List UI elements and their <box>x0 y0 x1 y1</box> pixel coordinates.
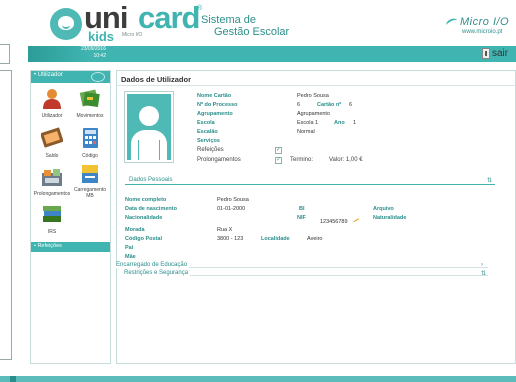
nome-completo-value: Pedro Sousa <box>217 197 249 203</box>
app-title-line1: Sistema de <box>201 14 257 26</box>
section-label: Encarregado de Educação <box>116 262 190 268</box>
arquivo-label: Arquivo <box>373 206 394 212</box>
logo-text-card: card <box>138 0 200 35</box>
prolongamentos-checkbox[interactable]: ✓ <box>275 157 282 164</box>
vendor-url: www.microio.pt <box>462 29 503 35</box>
calculator-icon <box>83 128 98 148</box>
sidebar-header-decoration <box>91 72 105 82</box>
data-nascimento-label: Data de nascimento <box>125 206 177 212</box>
app-title-line2: Gestão Escolar <box>214 26 290 38</box>
date-text: 23/09/2016 <box>80 46 106 52</box>
exit-button[interactable]: sair <box>482 47 508 60</box>
localidade-label: Localidade <box>261 236 290 242</box>
left-frame <box>0 70 12 360</box>
sidebar-section-label: • Refeições <box>34 243 62 249</box>
ano-label: Ano <box>334 120 345 126</box>
sidebar: • Utilizador Utilizador Movimentos Saldo <box>30 70 111 364</box>
sidebar-item-carregamento-mb[interactable]: Carregamento MB <box>71 161 109 207</box>
balance-icon <box>41 127 63 148</box>
expand-icon[interactable]: ⇅ <box>481 270 486 277</box>
vendor-swoosh-icon <box>444 16 460 30</box>
refeicoes-checkbox[interactable]: ✓ <box>275 147 282 154</box>
morada-value: Rua X <box>217 227 233 233</box>
section-restricoes-seguranca[interactable]: Restrições e Segurança ⇅ <box>124 270 516 278</box>
sidebar-item-label: Movimentos <box>76 113 104 119</box>
codigo-postal-value: 3800 - 123 <box>217 236 244 242</box>
sidebar-header-utilizador[interactable]: • Utilizador <box>31 71 110 83</box>
logo-tagline: Micro I/O <box>122 32 143 38</box>
naturalidade-label: Naturalidade <box>373 215 407 221</box>
logo-text-kids: kids <box>88 29 115 44</box>
sidebar-item-irs[interactable]: IRS <box>33 201 71 247</box>
logo-face-icon <box>58 16 74 30</box>
app-header: uni card ® kids Micro I/O Sistema de Ges… <box>28 0 516 46</box>
section-dados-pessoais[interactable]: Dados Pessoais ⇅ <box>125 177 495 186</box>
datetime: 23/09/2016 10:42 <box>74 46 106 60</box>
vendor-logo: Micro I/O <box>460 16 510 28</box>
sidebar-item-label: IRS <box>47 229 57 235</box>
escalao-value: Normal <box>297 129 315 135</box>
user-icon <box>43 89 61 109</box>
extensions-icon <box>42 169 62 186</box>
escola-value: Escola 1 <box>297 120 319 126</box>
localidade-value: Aveiro <box>307 236 323 242</box>
mae-label: Mãe <box>125 254 136 260</box>
footer-bar <box>0 376 516 382</box>
valor-label: Valor: 1,00 € <box>329 157 363 163</box>
user-data-panel: Dados de Utilizador Nome Cartão Pedro So… <box>116 70 516 364</box>
footer-mark <box>10 376 16 382</box>
nome-cartao-label: Nome Cartão <box>197 93 232 99</box>
edit-pencil-icon[interactable] <box>350 213 360 223</box>
termino-label: Termino: <box>290 157 314 163</box>
avatar-placeholder-icon <box>127 94 171 160</box>
section-label: Restrições e Segurança <box>124 270 191 276</box>
servicos-label: Serviços <box>197 138 220 144</box>
processo-value: 6 <box>297 102 301 108</box>
escalao-label: Escalão <box>197 129 218 135</box>
data-nascimento-value: 01-01-2000 <box>217 206 246 212</box>
processo-label: Nº do Processo <box>197 102 238 108</box>
movements-icon <box>79 89 100 108</box>
sidebar-header-refeicoes[interactable]: • Refeições <box>31 242 110 252</box>
prolongamentos-label: Prolongamentos <box>197 157 241 163</box>
title-divider <box>117 85 515 86</box>
refeicoes-label: Refeições <box>197 147 224 153</box>
sidebar-item-label: Prolongamentos <box>33 191 71 197</box>
pai-label: Pai <box>125 245 134 251</box>
sidebar-item-label: Saldo <box>45 153 59 159</box>
exit-label: sair <box>492 48 509 59</box>
sidebar-header-label: • Utilizador <box>34 72 63 78</box>
codigo-postal-label: Código Postal <box>125 236 162 242</box>
morada-label: Morada <box>125 227 145 233</box>
sidebar-item-label: Carregamento MB <box>74 187 106 199</box>
cartao-value: 6 <box>349 102 353 108</box>
time-text: 10:42 <box>93 53 106 59</box>
exit-door-icon <box>482 48 490 59</box>
sidebar-item-label: Utilizador <box>41 113 63 119</box>
bi-label: BI <box>299 206 305 212</box>
collapse-icon[interactable]: ⇅ <box>487 177 492 184</box>
nome-completo-label: Nome completo <box>125 197 167 203</box>
nacionalidade-label: Nacionalidade <box>125 215 163 221</box>
cartao-label: Cartão nº <box>317 102 342 108</box>
nome-cartao-value: Pedro Sousa <box>297 93 329 99</box>
agrupamento-label: Agrupamento <box>197 111 233 117</box>
left-frame-top <box>0 44 10 64</box>
page-title: Dados de Utilizador <box>121 75 192 84</box>
mb-topup-icon <box>82 165 98 183</box>
nif-value: 123456789 <box>320 219 348 225</box>
nif-label: NIF <box>297 215 306 221</box>
escola-label: Escola <box>197 120 215 126</box>
expand-icon[interactable]: › <box>481 262 483 268</box>
agrupamento-value: Agrupamento <box>297 111 331 117</box>
ano-value: 1 <box>353 120 357 126</box>
sidebar-item-label: Código <box>82 153 98 159</box>
logo-registered: ® <box>197 5 203 12</box>
section-label: Dados Pessoais <box>129 177 175 183</box>
irs-books-icon <box>43 206 61 222</box>
user-photo <box>124 91 174 163</box>
